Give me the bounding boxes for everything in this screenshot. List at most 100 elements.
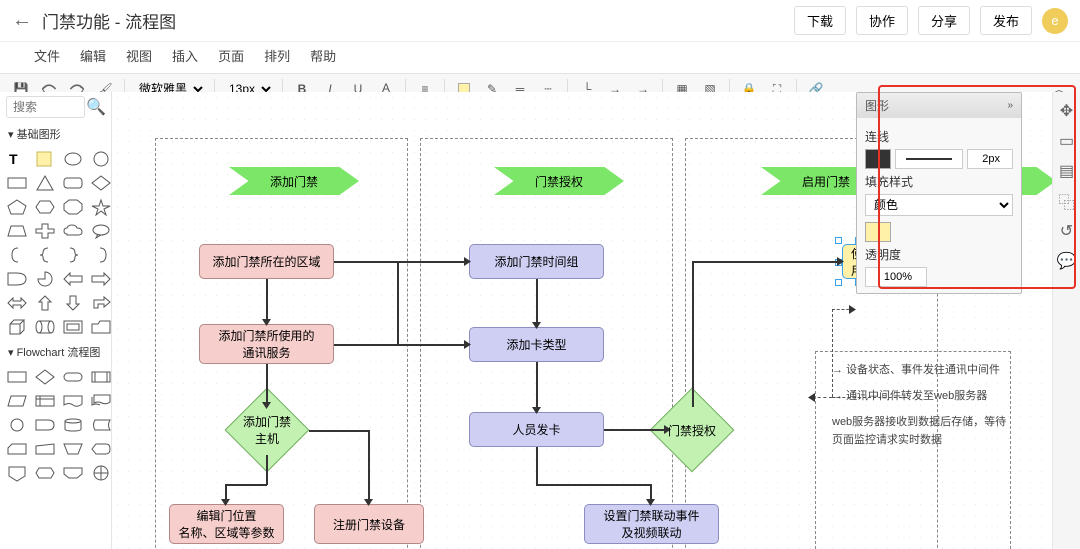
shape-andgate[interactable] <box>4 268 30 290</box>
shape-callout[interactable] <box>88 220 112 242</box>
shape-circle[interactable] <box>88 148 112 170</box>
history-icon[interactable]: ↺ <box>1056 220 1078 242</box>
shape-cylinder-h[interactable] <box>32 316 58 338</box>
shape-arrow-turn[interactable] <box>88 292 112 314</box>
fc-manual[interactable] <box>32 438 58 460</box>
fc-delay[interactable] <box>32 414 58 436</box>
shape-arrow-u[interactable] <box>32 292 58 314</box>
fc-preparation[interactable] <box>32 462 58 484</box>
node-add-area[interactable]: 添加门禁所在的区域 <box>199 244 334 279</box>
shape-octagon[interactable] <box>60 196 86 218</box>
node-add-comm[interactable]: 添加门禁所使用的 通讯服务 <box>199 324 334 364</box>
lane-header-2[interactable]: 门禁授权 <box>494 167 624 195</box>
fc-predefined[interactable] <box>88 366 112 388</box>
shape-hexagon[interactable] <box>32 196 58 218</box>
shape-bracket-r[interactable] <box>88 244 112 266</box>
shape-cloud[interactable] <box>60 220 86 242</box>
canvas[interactable]: 添加门禁 门禁授权 启用门禁 添加门禁所在的区域 添加门禁所使用的 通讯服务 添… <box>112 92 1052 549</box>
fc-stored[interactable] <box>88 414 112 436</box>
edit-icon[interactable]: ▭ <box>1056 130 1078 152</box>
shape-frame[interactable] <box>60 316 86 338</box>
node-issue-card[interactable]: 人员发卡 <box>469 412 604 447</box>
annotation-box[interactable] <box>815 351 1011 549</box>
menu-edit[interactable]: 编辑 <box>80 46 106 65</box>
line-color-swatch[interactable] <box>865 149 891 169</box>
node-timegroup[interactable]: 添加门禁时间组 <box>469 244 604 279</box>
menu-file[interactable]: 文件 <box>34 46 60 65</box>
node-add-host[interactable]: 添加门禁主机 <box>237 400 297 460</box>
line-style-preview[interactable] <box>895 149 963 169</box>
collab-button[interactable]: 协作 <box>856 6 908 35</box>
node-linkage[interactable]: 设置门禁联动事件 及视频联动 <box>584 504 719 544</box>
fc-offpage[interactable] <box>4 462 30 484</box>
avatar[interactable]: e <box>1042 8 1068 34</box>
shape-arrow-r[interactable] <box>88 268 112 290</box>
fill-color-swatch[interactable] <box>865 222 891 242</box>
fc-decision[interactable] <box>32 366 58 388</box>
shape-roundrect[interactable] <box>60 172 86 194</box>
copy-icon[interactable]: ⿻ <box>1056 190 1078 212</box>
fc-card[interactable] <box>4 438 30 460</box>
shape-arrow-l[interactable] <box>60 268 86 290</box>
fc-connector[interactable] <box>4 414 30 436</box>
menu-view[interactable]: 视图 <box>126 46 152 65</box>
shape-pentagon[interactable] <box>4 196 30 218</box>
shape-triangle[interactable] <box>32 172 58 194</box>
fc-multidoc[interactable] <box>88 390 112 412</box>
comment-icon[interactable]: 💬 <box>1056 250 1078 272</box>
opacity-input[interactable] <box>865 267 927 287</box>
node-register-device[interactable]: 注册门禁设备 <box>314 504 424 544</box>
section-basic-shapes[interactable]: ▾ 基础图形 <box>0 122 111 146</box>
fc-data[interactable] <box>4 390 30 412</box>
menu-page[interactable]: 页面 <box>218 46 244 65</box>
shape-arrow-d[interactable] <box>60 292 86 314</box>
download-button[interactable]: 下载 <box>794 6 846 35</box>
shape-tab[interactable] <box>88 316 112 338</box>
shape-pie[interactable] <box>32 268 58 290</box>
fc-terminator[interactable] <box>60 366 86 388</box>
shape-ellipse[interactable] <box>60 148 86 170</box>
page-icon[interactable]: ▤ <box>1056 160 1078 182</box>
search-input[interactable] <box>6 96 85 118</box>
shape-plus[interactable] <box>32 220 58 242</box>
shape-star[interactable] <box>88 196 112 218</box>
shape-cube[interactable] <box>4 316 30 338</box>
shape-brace-l[interactable] <box>32 244 58 266</box>
back-arrow[interactable]: ← <box>12 9 32 32</box>
menu-arrange[interactable]: 排列 <box>264 46 290 65</box>
shape-brace-r[interactable] <box>60 244 86 266</box>
edge <box>266 279 268 324</box>
shape-diamond[interactable] <box>88 172 112 194</box>
svg-text:T: T <box>9 151 18 167</box>
shape-bracket-l[interactable] <box>4 244 30 266</box>
line-width-input[interactable] <box>967 149 1013 169</box>
fc-loop[interactable] <box>60 462 86 484</box>
publish-button[interactable]: 发布 <box>980 6 1032 35</box>
share-button[interactable]: 分享 <box>918 6 970 35</box>
fc-display[interactable] <box>88 438 112 460</box>
fc-manualop[interactable] <box>60 438 86 460</box>
fc-process[interactable] <box>4 366 30 388</box>
shape-arrow-lr[interactable] <box>4 292 30 314</box>
panel-collapse-icon[interactable]: » <box>1007 100 1013 111</box>
properties-panel[interactable]: 图形 » 连线 填充样式 颜色 透明度 <box>856 92 1022 294</box>
fc-or[interactable] <box>88 462 112 484</box>
shape-sticky[interactable] <box>32 148 58 170</box>
fill-mode-select[interactable]: 颜色 <box>865 194 1013 216</box>
node-edit-door[interactable]: 编辑门位置 名称、区域等参数 <box>169 504 284 544</box>
node-auth[interactable]: 门禁授权 <box>662 400 722 460</box>
menu-insert[interactable]: 插入 <box>172 46 198 65</box>
fc-internal[interactable] <box>32 390 58 412</box>
menu-help[interactable]: 帮助 <box>310 46 336 65</box>
move-icon[interactable]: ✥ <box>1056 100 1078 122</box>
shape-trapezoid[interactable] <box>4 220 30 242</box>
fc-document[interactable] <box>60 390 86 412</box>
shape-text[interactable]: T <box>4 148 30 170</box>
panel-title-bar[interactable]: 图形 » <box>857 93 1021 118</box>
search-icon[interactable]: 🔍 <box>87 98 105 116</box>
shape-rect[interactable] <box>4 172 30 194</box>
node-cardtype[interactable]: 添加卡类型 <box>469 327 604 362</box>
section-flowchart[interactable]: ▾ Flowchart 流程图 <box>0 340 111 364</box>
fc-database[interactable] <box>60 414 86 436</box>
lane-header-1[interactable]: 添加门禁 <box>229 167 359 195</box>
